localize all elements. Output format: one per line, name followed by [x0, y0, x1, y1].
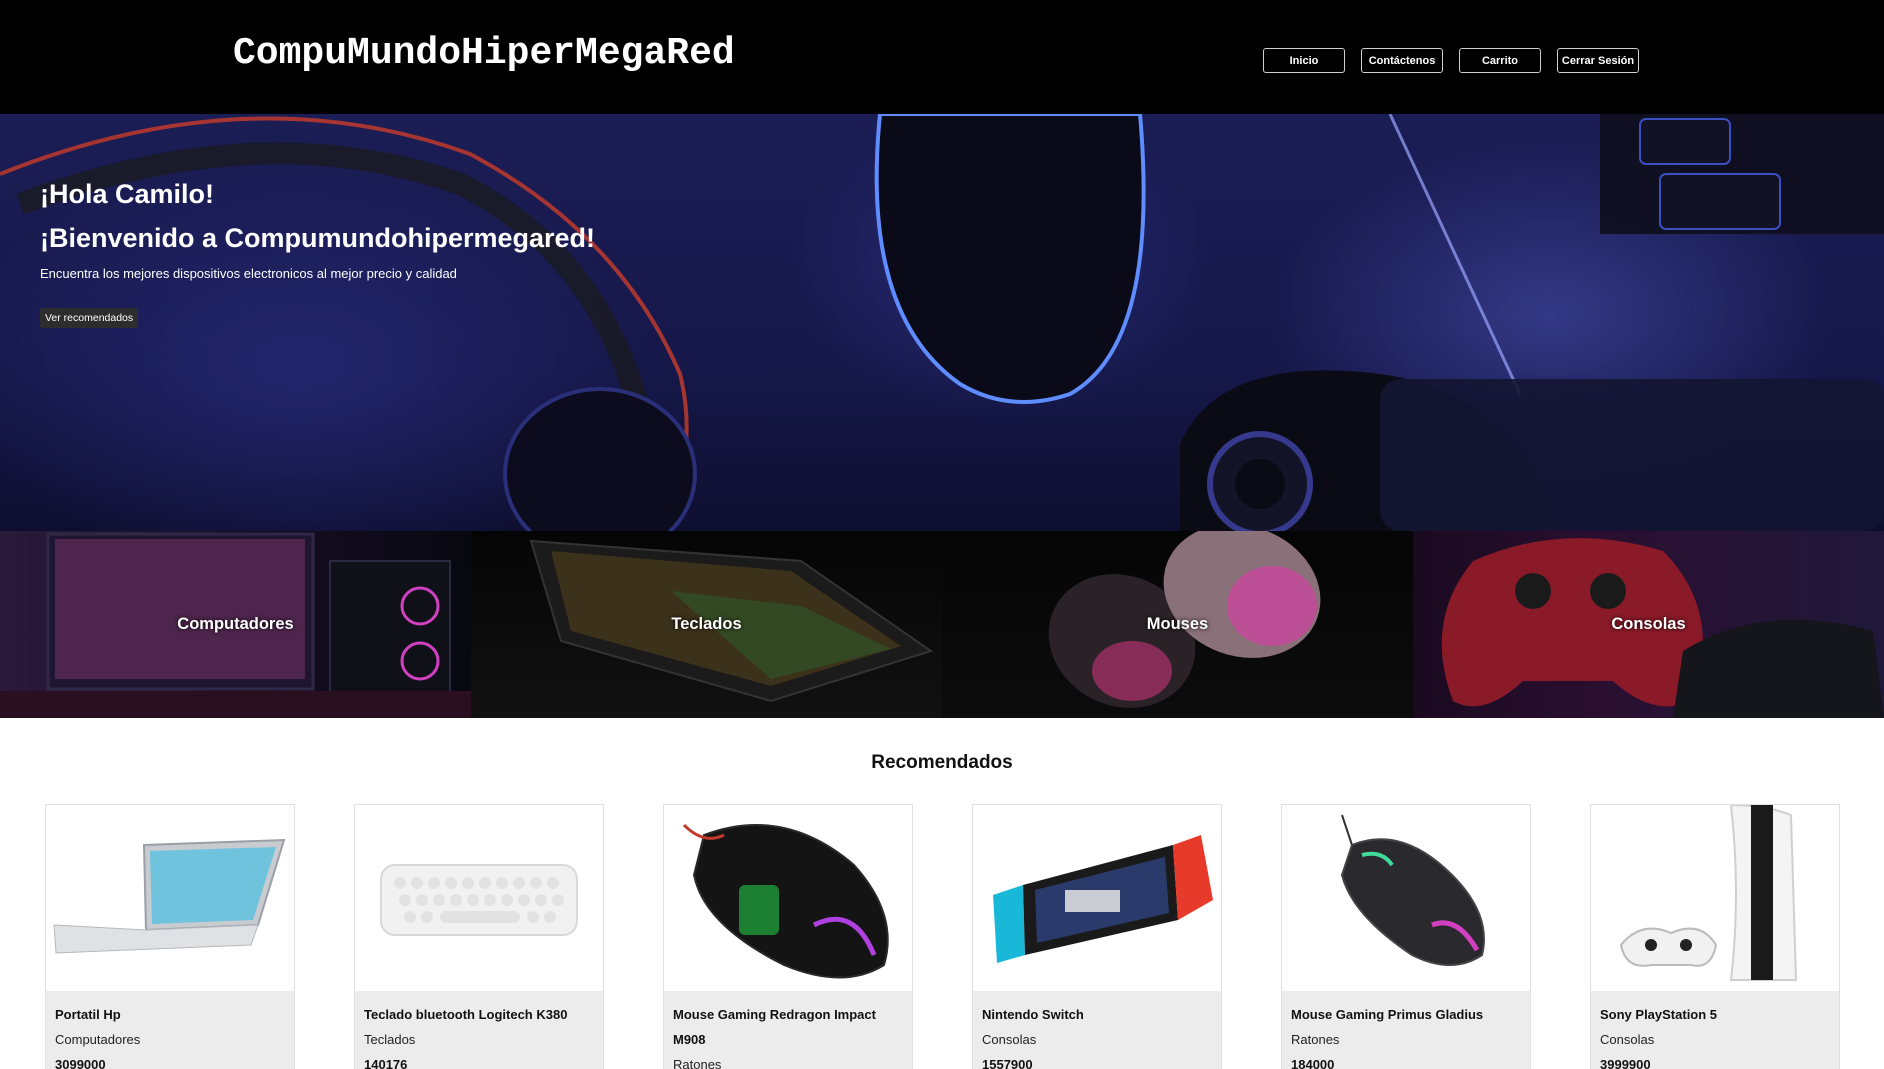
product-info: Teclado bluetooth Logitech K380 Teclados…	[355, 991, 603, 1069]
nav-cerrar-sesion-button[interactable]: Cerrar Sesión	[1557, 48, 1639, 73]
mouse-icon	[682, 823, 889, 979]
product-category: Teclados	[364, 1032, 416, 1047]
product-name: Nintendo Switch	[982, 1007, 1084, 1022]
product-image	[973, 805, 1221, 991]
brand-logo[interactable]: CompuMundoHiperMegaRed	[233, 32, 735, 75]
product-name: Mouse Gaming Redragon Impact M908	[673, 1007, 876, 1047]
product-info: Mouse Gaming Redragon Impact M908 Ratone…	[664, 991, 912, 1069]
category-strip: Computadores Teclados Mouses Consolas	[0, 531, 1884, 718]
product-price: 3099000	[55, 1057, 106, 1069]
console-icon	[1619, 805, 1798, 981]
recomendados-heading: Recomendados	[871, 752, 1013, 773]
product-category: Consolas	[1600, 1032, 1655, 1047]
product-card[interactable]: Mouse Gaming Redragon Impact M908 Ratone…	[663, 804, 913, 1069]
category-computadores[interactable]: Computadores	[0, 531, 471, 718]
product-image	[1591, 805, 1839, 991]
ver-recomendados-button[interactable]: Ver recomendados	[40, 308, 139, 328]
product-price: 184000	[1291, 1057, 1335, 1069]
category-computadores-label: Computadores	[177, 615, 294, 633]
product-name: Portatil Hp	[55, 1007, 121, 1022]
product-card[interactable]: Mouse Gaming Primus Gladius Ratones 1840…	[1281, 804, 1531, 1069]
category-mouses-label: Mouses	[1146, 615, 1209, 633]
category-consolas[interactable]: Consolas	[1413, 531, 1884, 718]
keyboard-icon	[380, 864, 578, 936]
nav-inicio-button[interactable]: Inicio	[1263, 48, 1345, 73]
product-info: Sony PlayStation 5 Consolas 3999900	[1591, 991, 1839, 1069]
product-price: 140176	[364, 1057, 408, 1069]
category-mouses[interactable]: Mouses	[942, 531, 1413, 718]
product-name: Teclado bluetooth Logitech K380	[364, 1007, 568, 1022]
product-info: Nintendo Switch Consolas 1557900	[973, 991, 1221, 1069]
product-grid: Portatil Hp Computadores 3099000 Teclado…	[45, 804, 1840, 1069]
product-image	[1282, 805, 1530, 991]
laptop-icon	[53, 838, 286, 954]
product-card[interactable]: Sony PlayStation 5 Consolas 3999900	[1590, 804, 1840, 1069]
hero-subtitle: Encuentra los mejores dispositivos elect…	[40, 266, 457, 281]
console-icon	[993, 835, 1213, 963]
product-price: 3999900	[1600, 1057, 1651, 1069]
hero-greeting: ¡Hola Camilo!	[40, 179, 215, 209]
main-nav: Inicio Contáctenos Carrito Cerrar Sesión	[1263, 48, 1639, 73]
product-card[interactable]: Nintendo Switch Consolas 1557900	[972, 804, 1222, 1069]
nav-contactenos-button[interactable]: Contáctenos	[1361, 48, 1443, 73]
product-card[interactable]: Portatil Hp Computadores 3099000	[45, 804, 295, 1069]
product-image	[355, 805, 603, 991]
category-teclados-label: Teclados	[671, 615, 742, 633]
product-info: Mouse Gaming Primus Gladius Ratones 1840…	[1282, 991, 1530, 1069]
hero-banner: ¡Hola Camilo! ¡Bienvenido a Compumundohi…	[0, 114, 1884, 531]
category-consolas-label: Consolas	[1611, 615, 1686, 633]
nav-carrito-button[interactable]: Carrito	[1459, 48, 1541, 73]
category-teclados[interactable]: Teclados	[471, 531, 942, 718]
product-name: Sony PlayStation 5	[1600, 1007, 1718, 1022]
site-header: CompuMundoHiperMegaRed Inicio Contácteno…	[0, 0, 1884, 114]
product-category: Ratones	[1291, 1032, 1340, 1047]
product-category: Computadores	[55, 1032, 141, 1047]
product-name: Mouse Gaming Primus Gladius	[1291, 1007, 1484, 1022]
hero-text-block: ¡Hola Camilo! ¡Bienvenido a Compumundohi…	[40, 172, 595, 328]
product-price: 1557900	[982, 1057, 1033, 1069]
product-image	[664, 805, 912, 991]
product-category: Ratones	[673, 1057, 722, 1069]
product-category: Consolas	[982, 1032, 1037, 1047]
mouse-icon	[1340, 814, 1485, 966]
product-info: Portatil Hp Computadores 3099000	[46, 991, 294, 1069]
product-image	[46, 805, 294, 991]
product-card[interactable]: Teclado bluetooth Logitech K380 Teclados…	[354, 804, 604, 1069]
hero-welcome-heading: ¡Bienvenido a Compumundohipermegared!	[40, 223, 596, 253]
